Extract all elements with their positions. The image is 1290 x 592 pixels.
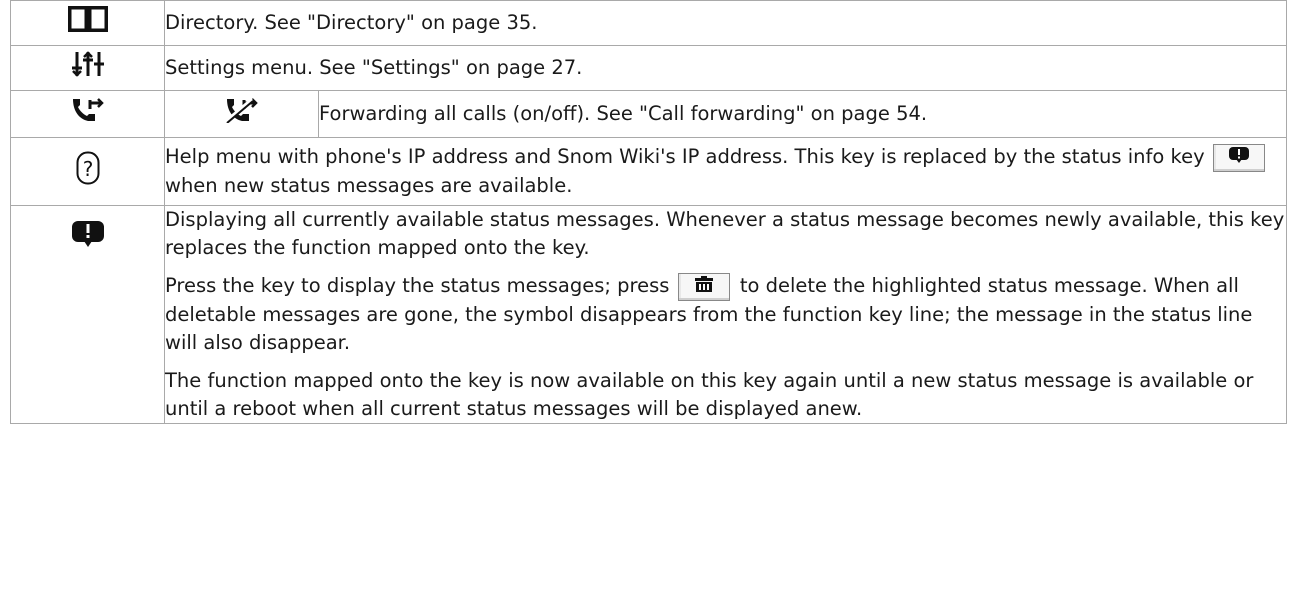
settings-sliders-icon [71,51,104,85]
help-text-after: when new status messages are available. [165,173,573,197]
row-description: Displaying all currently available statu… [164,205,1287,424]
call-forward-off-icon [224,97,260,131]
table-row: ? Help menu with phone's IP address and … [10,137,1287,206]
status-info-icon [1228,145,1250,171]
table-row: Directory. See "Directory" on page 35. [10,0,1287,46]
icon-cell [164,90,319,138]
row-description: Settings menu. See "Settings" on page 27… [164,45,1287,91]
directory-icon [67,5,108,40]
icon-cell [10,205,165,424]
table-row: Displaying all currently available statu… [10,205,1287,424]
row-description: Directory. See "Directory" on page 35. [164,0,1287,46]
table-row: Forwarding all calls (on/off). See "Call… [10,90,1287,138]
call-forward-on-icon [70,97,106,131]
icon-cell [10,45,165,91]
icon-cell [10,90,165,138]
status-paragraph-2: Press the key to display the status mess… [165,272,1286,357]
icon-cell [10,0,165,46]
row-description: Forwarding all calls (on/off). See "Call… [318,90,1287,138]
function-key-table: Directory. See "Directory" on page 35. S… [10,0,1287,424]
delete-trash-icon [693,274,715,300]
page: Directory. See "Directory" on page 35. S… [0,0,1290,592]
row-description: Help menu with phone's IP address and Sn… [164,137,1287,206]
status-info-key [1212,143,1265,172]
help-text-before: Help menu with phone's IP address and Sn… [165,145,1205,169]
svg-text:?: ? [82,157,93,181]
status-paragraph-3: The function mapped onto the key is now … [165,368,1254,420]
table-row: Settings menu. See "Settings" on page 27… [10,45,1287,91]
status-info-icon [71,220,105,256]
status-paragraph-2-before: Press the key to display the status mess… [165,274,670,297]
help-question-icon: ? [76,151,100,193]
status-paragraph-1: Displaying all currently available statu… [165,208,1285,259]
icon-cell: ? [10,137,165,206]
delete-key [677,272,730,301]
